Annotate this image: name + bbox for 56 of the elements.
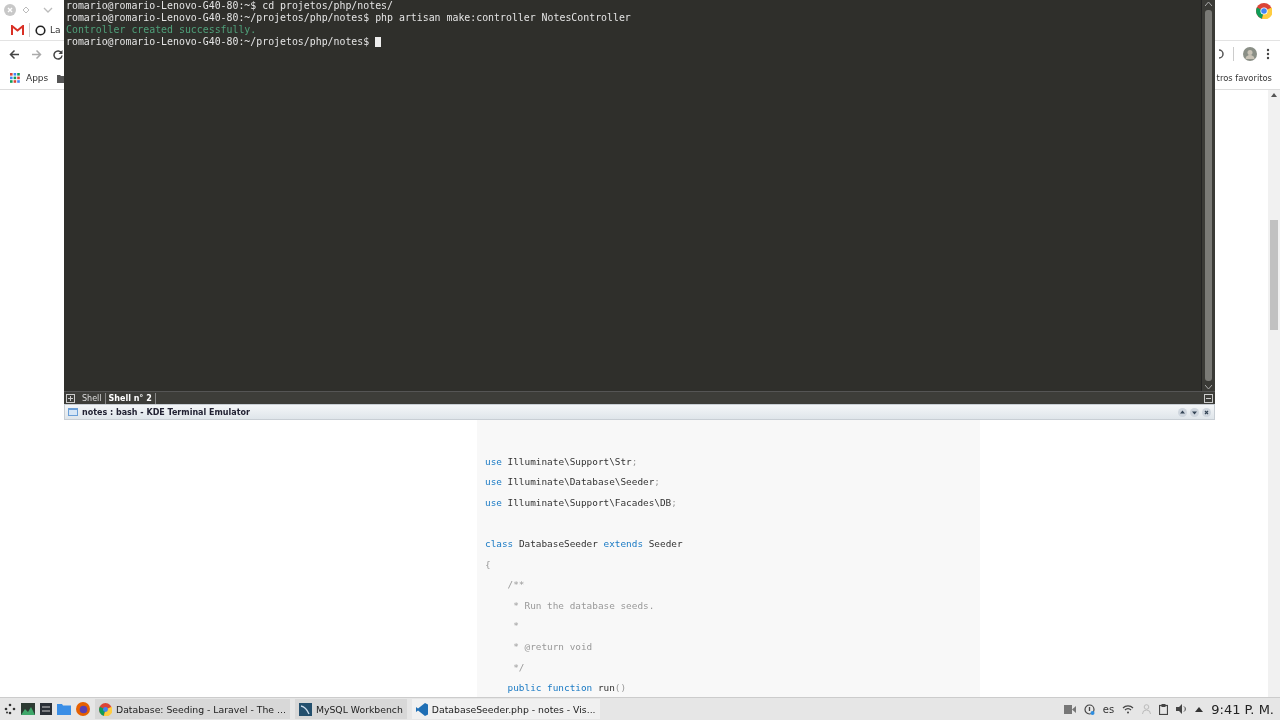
terminal-line: romario@romario-Lenovo-G40-80:~$ cd projetos/php/notes/	[66, 0, 394, 12]
close-tab-icon[interactable]	[1204, 393, 1213, 403]
code-line: {	[485, 557, 492, 572]
code-line: use Illuminate\Database\Seeder;	[485, 475, 661, 490]
terminal-line: Controller created successfully.	[66, 24, 258, 36]
launcher-icon[interactable]	[4, 703, 16, 715]
volume-icon[interactable]	[1176, 704, 1188, 714]
reload-icon[interactable]	[53, 48, 63, 60]
back-icon[interactable]	[9, 48, 20, 60]
scroll-down-icon[interactable]	[1205, 385, 1212, 389]
window-title: notes : bash - KDE Terminal Emulator	[82, 407, 250, 417]
camera-icon[interactable]	[1063, 704, 1076, 714]
terminal-line: romario@romario-Lenovo-G40-80:~/projetos/php/notes$	[66, 36, 1201, 48]
scroll-up-icon[interactable]	[1205, 2, 1212, 6]
chrome-icon	[99, 702, 112, 716]
code-editor-icon	[415, 702, 428, 716]
scrollbar[interactable]	[1201, 0, 1215, 391]
code-line: * @return void	[512, 639, 594, 654]
code-line: * Run the database seeds.	[512, 598, 656, 613]
terminal-tab[interactable]: Shell n° 2	[105, 392, 156, 404]
code-line: /**	[506, 578, 526, 593]
wifi-icon[interactable]	[1122, 704, 1135, 714]
scroll-up-icon[interactable]	[1271, 93, 1277, 97]
keyboard-layout[interactable]: es	[1102, 703, 1115, 715]
image-viewer-icon[interactable]	[21, 703, 35, 715]
new-tab-icon[interactable]	[66, 393, 75, 403]
avatar-icon[interactable]	[1243, 47, 1257, 61]
close-icon[interactable]	[1202, 407, 1211, 417]
firefox-icon[interactable]	[76, 702, 90, 716]
bookmark[interactable]: tros favoritos	[1216, 73, 1272, 83]
apps-icon[interactable]	[10, 73, 20, 83]
terminal-icon	[68, 408, 78, 416]
scrollbar[interactable]	[1268, 90, 1280, 697]
code-line: use Illuminate\Support\Facades\DB;	[485, 495, 678, 510]
code-line: public function run()	[506, 681, 628, 696]
tab-favicon-icon	[35, 24, 46, 36]
tab-title[interactable]: La	[50, 25, 61, 35]
code-line: */	[512, 660, 526, 675]
gmail-icon[interactable]	[11, 25, 24, 35]
scrollbar-thumb[interactable]	[1270, 220, 1278, 330]
terminal-app-icon[interactable]	[40, 703, 52, 715]
keep-above-icon[interactable]	[1178, 407, 1187, 417]
terminal-line: romario@romario-Lenovo-G40-80:~/projetos/php/notes$ php artisan make:controller NotesController	[66, 12, 632, 24]
code-line: *	[512, 619, 520, 634]
extension-icon[interactable]	[1219, 49, 1224, 59]
update-icon[interactable]	[1083, 703, 1095, 715]
taskbar-item[interactable]: DatabaseSeeder.php - notes - Vis...	[411, 699, 600, 719]
clock[interactable]: 9:41 P. M.	[1211, 701, 1274, 717]
clipboard-icon[interactable]	[1159, 703, 1169, 715]
bookmark[interactable]: Apps	[26, 73, 49, 83]
minimize-icon[interactable]	[1190, 407, 1199, 417]
terminal-tab[interactable]: Shell	[79, 392, 106, 404]
menu-icon[interactable]	[1266, 48, 1270, 60]
taskbar-item[interactable]: MySQL Workbench	[294, 699, 407, 719]
taskbar-item[interactable]: Database: Seeding - Laravel - The ...	[95, 699, 290, 719]
expand-tray-icon[interactable]	[1195, 706, 1204, 712]
